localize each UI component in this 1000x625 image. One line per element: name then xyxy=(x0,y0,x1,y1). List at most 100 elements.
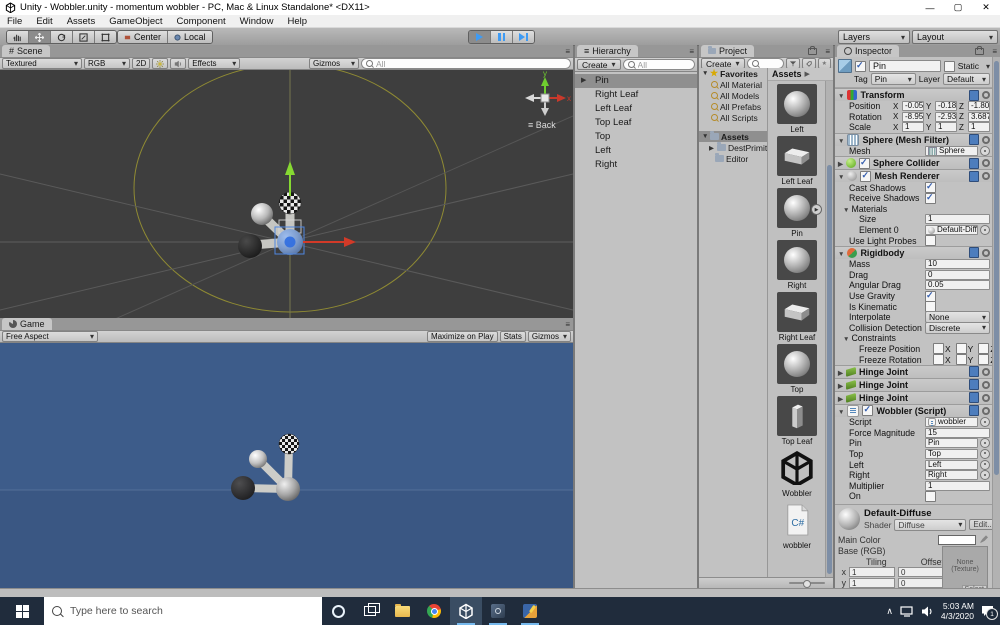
fold-icon[interactable] xyxy=(838,90,844,100)
use-gravity-checkbox[interactable] xyxy=(925,291,936,302)
assets-root-folder[interactable]: ▼Assets xyxy=(699,131,767,142)
gear-icon[interactable] xyxy=(982,159,990,167)
close-button[interactable]: ✕ xyxy=(972,0,1000,15)
mesh-field[interactable]: Sphere xyxy=(925,146,978,156)
hierarchy-item[interactable]: Right Leaf xyxy=(575,88,697,102)
gear-icon[interactable] xyxy=(982,368,990,376)
object-picker-icon[interactable] xyxy=(980,460,990,470)
hierarchy-create-button[interactable]: Create xyxy=(577,59,621,70)
object-picker-icon[interactable] xyxy=(980,438,990,448)
hierarchy-item[interactable]: Top xyxy=(575,130,697,144)
tiling-y-field[interactable]: 1 xyxy=(849,578,895,588)
render-channel-dropdown[interactable]: RGB xyxy=(84,58,130,69)
start-button[interactable] xyxy=(0,597,44,625)
effects-dropdown[interactable]: Effects xyxy=(188,58,240,69)
hinge-joint-header-1[interactable]: Hinge Joint xyxy=(835,365,993,378)
menu-gameobject[interactable]: GameObject xyxy=(102,15,169,27)
hierarchy-item[interactable]: Top Leaf xyxy=(575,116,697,130)
hierarchy-search-input[interactable] xyxy=(638,60,690,70)
top-field[interactable]: Top xyxy=(925,449,978,459)
game-viewport[interactable] xyxy=(0,343,573,591)
main-color-swatch[interactable] xyxy=(938,535,976,545)
space-toggle-button[interactable]: Local xyxy=(167,31,212,43)
tag-dropdown[interactable]: Pin xyxy=(871,73,916,85)
fold-icon[interactable]: ▶ xyxy=(581,74,586,88)
static-dropdown-icon[interactable] xyxy=(982,61,990,72)
move-tool-icon[interactable] xyxy=(28,31,50,43)
gear-icon[interactable] xyxy=(982,394,990,402)
fold-icon[interactable] xyxy=(838,367,843,377)
scale-tool-icon[interactable] xyxy=(72,31,94,43)
taskbar-app2-button[interactable] xyxy=(514,597,546,625)
right-field[interactable]: Right xyxy=(925,470,978,480)
hinge-joint-header-3[interactable]: Hinge Joint xyxy=(835,391,993,404)
position-z-field[interactable]: -1.802 xyxy=(968,101,990,111)
fold-icon[interactable] xyxy=(838,171,844,181)
asset-left[interactable]: Left xyxy=(777,84,817,134)
help-icon[interactable] xyxy=(969,171,979,182)
freeze-rot-y-checkbox[interactable] xyxy=(956,354,967,365)
tray-chevron-icon[interactable]: ∧ xyxy=(886,606,893,617)
receive-shadows-checkbox[interactable] xyxy=(925,193,936,204)
fold-icon[interactable] xyxy=(838,406,844,416)
menu-edit[interactable]: Edit xyxy=(29,15,59,27)
shader-edit-button[interactable]: Edit... xyxy=(969,519,993,530)
enabled-checkbox[interactable] xyxy=(862,405,873,416)
gear-icon[interactable] xyxy=(982,91,990,99)
angular-drag-field[interactable]: 0.05 xyxy=(925,280,990,290)
inspector-scrollbar[interactable] xyxy=(992,57,1000,588)
favorite-all-prefabs[interactable]: All Prefabs xyxy=(699,101,767,112)
collision-detection-dropdown[interactable]: Discrete xyxy=(925,322,990,334)
asset-pin[interactable]: ▶Pin xyxy=(777,188,817,238)
panel-menu-icon[interactable]: ≡ xyxy=(825,47,830,56)
gameobject-name-field[interactable]: Pin xyxy=(869,60,941,72)
hierarchy-item[interactable]: Left xyxy=(575,144,697,158)
static-checkbox[interactable] xyxy=(944,61,955,72)
file-explorer-button[interactable] xyxy=(386,597,418,625)
project-search-input[interactable] xyxy=(762,59,779,69)
hierarchy-item[interactable]: Right xyxy=(575,158,697,172)
multiplier-field[interactable]: 1 xyxy=(925,481,990,491)
tab-inspector[interactable]: Inspector xyxy=(837,45,899,57)
rotation-z-field[interactable]: 3.6879 xyxy=(968,112,990,122)
help-icon[interactable] xyxy=(969,134,979,145)
action-center-button[interactable]: 1 xyxy=(981,605,994,617)
taskbar-search-input[interactable] xyxy=(68,604,314,618)
sphere-collider-header[interactable]: Sphere Collider xyxy=(835,156,993,169)
drag-field[interactable]: 0 xyxy=(925,270,990,280)
gear-icon[interactable] xyxy=(982,136,990,144)
minimize-button[interactable]: — xyxy=(916,0,944,15)
pin-field[interactable]: Pin xyxy=(925,438,978,448)
object-picker-icon[interactable] xyxy=(980,449,990,459)
play-button[interactable] xyxy=(469,31,490,43)
scale-z-field[interactable]: 1 xyxy=(968,122,990,132)
taskbar-clock[interactable]: 5:03 AM4/3/2020 xyxy=(941,601,974,621)
tab-game[interactable]: Game xyxy=(2,318,52,330)
slider-knob[interactable] xyxy=(803,580,811,588)
menu-component[interactable]: Component xyxy=(170,15,233,27)
fold-icon[interactable] xyxy=(838,135,844,145)
favorites-root[interactable]: ▼★Favorites xyxy=(699,68,767,79)
game-gizmos-dropdown[interactable]: Gizmos xyxy=(528,331,571,342)
freeze-pos-y-checkbox[interactable] xyxy=(956,343,967,354)
help-icon[interactable] xyxy=(969,90,979,101)
active-checkbox[interactable] xyxy=(855,61,866,72)
freeze-pos-z-checkbox[interactable] xyxy=(978,343,989,354)
mass-field[interactable]: 10 xyxy=(925,259,990,269)
tiling-x-field[interactable]: 1 xyxy=(849,567,895,577)
favorite-all-materials[interactable]: All Material xyxy=(699,79,767,90)
scene-lighting-icon[interactable] xyxy=(152,58,168,69)
network-icon[interactable] xyxy=(900,606,914,617)
freeze-rot-x-checkbox[interactable] xyxy=(933,354,944,365)
pause-button[interactable] xyxy=(490,31,512,43)
materials-size-field[interactable]: 1 xyxy=(925,214,990,224)
panel-menu-icon[interactable]: ≡ xyxy=(565,47,570,56)
folder-destprimitives[interactable]: ▶DestPrimiti xyxy=(699,142,767,153)
taskbar-app1-button[interactable] xyxy=(482,597,514,625)
hierarchy-item[interactable]: Left Leaf xyxy=(575,102,697,116)
help-icon[interactable] xyxy=(969,405,979,416)
shader-dropdown[interactable]: Diffuse xyxy=(894,519,966,531)
rect-tool-icon[interactable] xyxy=(94,31,116,43)
help-icon[interactable] xyxy=(969,158,979,169)
layout-dropdown[interactable]: Layout xyxy=(912,30,998,44)
